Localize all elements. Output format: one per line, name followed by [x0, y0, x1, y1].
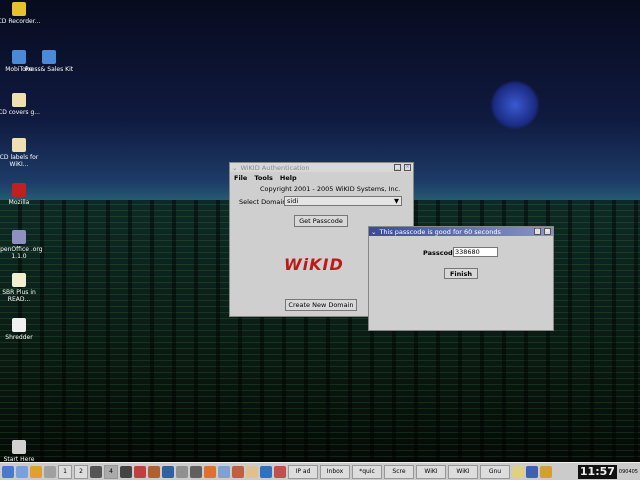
domain-select[interactable]: sidi ▼: [284, 196, 402, 206]
taskbar-task-button[interactable]: *quic: [352, 464, 382, 479]
create-new-domain-button[interactable]: Create New Domain: [285, 299, 357, 311]
desktop-icon-label: Shredder: [5, 334, 33, 341]
passcode-dialog: ⌄ This passcode is good for 60 seconds □…: [368, 226, 554, 331]
file-icon: [12, 440, 26, 454]
maximize-button[interactable]: □: [534, 228, 541, 235]
desktop-icon-label: Press& Sales Kit: [24, 66, 74, 73]
desktop-icon[interactable]: Shredder: [0, 318, 44, 341]
file-icon: [12, 273, 26, 287]
launcher-icon[interactable]: [30, 465, 42, 478]
domain-label: Select Domain: [239, 198, 287, 206]
workspace-4[interactable]: 4: [104, 464, 118, 479]
file-icon: [12, 318, 26, 332]
desktop-icon[interactable]: Start Here: [0, 440, 44, 463]
workspace-1[interactable]: 1: [58, 464, 72, 479]
dialog-title-bar[interactable]: ⌄ This passcode is good for 60 seconds □…: [369, 227, 553, 236]
domain-value: sidi: [287, 197, 299, 205]
launcher-icon[interactable]: [232, 465, 244, 478]
file-icon: [12, 2, 26, 16]
desktop-icon[interactable]: CD labels for WiKI...: [0, 138, 44, 168]
wikid-logo: WiKID: [284, 255, 344, 274]
tray-icon[interactable]: [540, 465, 552, 478]
launcher-icon[interactable]: [120, 465, 132, 478]
window-menu-icon[interactable]: ⌄: [232, 164, 237, 172]
launcher-icon[interactable]: [260, 465, 272, 478]
launcher-icon[interactable]: [176, 465, 188, 478]
passcode-label: Passcode: [423, 249, 458, 257]
menu-file[interactable]: File: [234, 174, 247, 182]
launcher-icon[interactable]: [134, 465, 146, 478]
file-icon: [12, 183, 26, 197]
desktop-icon-label: CD covers g...: [0, 109, 40, 116]
desktop-icon-label: SBR Plus in READ...: [2, 289, 36, 303]
taskbar-task-button[interactable]: Gnu: [480, 464, 510, 479]
file-icon: [12, 230, 26, 244]
file-icon: [42, 50, 56, 64]
passcode-input[interactable]: [453, 247, 498, 257]
desktop-icon[interactable]: CD covers g...: [0, 93, 44, 116]
planet: [490, 80, 540, 130]
minimize-button[interactable]: _: [394, 164, 401, 171]
launcher-icon[interactable]: [218, 465, 230, 478]
close-button[interactable]: ×: [404, 164, 411, 171]
file-icon: [12, 138, 26, 152]
launcher-icon[interactable]: [148, 465, 160, 478]
taskbar-task-button[interactable]: Scre: [384, 464, 414, 479]
launcher-icon[interactable]: [44, 465, 56, 478]
launcher-icon[interactable]: [162, 465, 174, 478]
menu-tools[interactable]: Tools: [254, 174, 273, 182]
workspace-3[interactable]: [90, 465, 102, 478]
taskbar-task-button[interactable]: Inbox: [320, 464, 350, 479]
main-menu-icon[interactable]: [2, 465, 14, 478]
date: 090405: [618, 468, 638, 475]
menu-help[interactable]: Help: [280, 174, 297, 182]
launcher-icon[interactable]: [246, 465, 258, 478]
desktop-icon-label: CD Recorder...: [0, 18, 41, 25]
launcher-icon[interactable]: [274, 465, 286, 478]
desktop-icon[interactable]: Mozilla: [0, 183, 44, 206]
chevron-down-icon: ▼: [394, 197, 399, 205]
notes-icon[interactable]: [512, 465, 524, 478]
taskbar-task-button[interactable]: WiKI: [448, 464, 478, 479]
close-button[interactable]: ×: [544, 228, 551, 235]
window-menu-icon[interactable]: ⌄: [371, 228, 376, 236]
desktop-icon-label: Mozilla: [8, 199, 30, 206]
file-icon: [12, 93, 26, 107]
finish-button[interactable]: Finish: [444, 268, 478, 279]
desktop-icon[interactable]: OpenOffice .org 1.1.0: [0, 230, 44, 260]
launcher-icon[interactable]: [16, 465, 28, 478]
desktop-icon-label: CD labels for WiKI...: [0, 154, 39, 168]
menu-bar: File Tools Help: [230, 172, 413, 184]
desktop-icon[interactable]: SBR Plus in READ...: [0, 273, 44, 303]
launcher-icon[interactable]: [204, 465, 216, 478]
taskbar-task-button[interactable]: IP ad: [288, 464, 318, 479]
network-icon[interactable]: [526, 465, 538, 478]
window-title: WiKID Authentication: [240, 163, 310, 172]
copyright-text: Copyright 2001 - 2005 WiKID Systems, Inc…: [260, 185, 401, 193]
get-passcode-button[interactable]: Get Passcode: [294, 215, 348, 227]
desktop-icon[interactable]: Press& Sales Kit: [24, 50, 74, 73]
workspace-2[interactable]: 2: [74, 464, 88, 479]
clock[interactable]: 11:57: [577, 464, 617, 479]
desktop-icon[interactable]: CD Recorder...: [0, 2, 44, 25]
taskbar-task-button[interactable]: WiKI: [416, 464, 446, 479]
dialog-title: This passcode is good for 60 seconds: [379, 227, 501, 236]
taskbar: 1 2 4 IP ad Inbox *quic Scre WiKI WiKI Gnu 11:…: [0, 462, 640, 480]
launcher-icon[interactable]: [190, 465, 202, 478]
title-bar[interactable]: ⌄ WiKID Authentication _ ×: [230, 163, 413, 172]
desktop-icon-label: OpenOffice .org 1.1.0: [0, 246, 43, 260]
